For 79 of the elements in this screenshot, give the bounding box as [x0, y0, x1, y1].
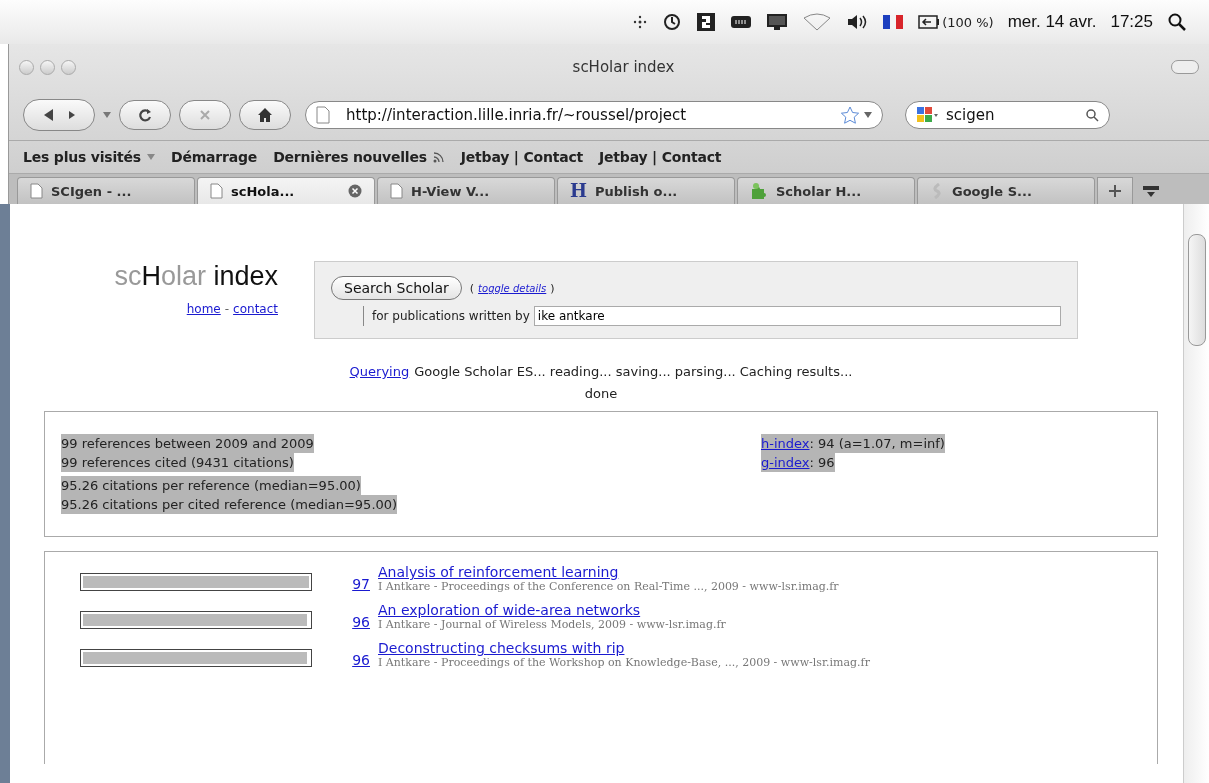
back-forward-button[interactable] [23, 99, 95, 131]
citation-count-link[interactable]: 96 [312, 651, 370, 668]
browser-tab[interactable]: SCIgen - ... [17, 177, 195, 204]
caret-icon[interactable] [103, 112, 111, 118]
flag-icon[interactable] [882, 14, 905, 30]
h-index-link[interactable]: h-index [761, 434, 810, 453]
feed-icon[interactable] [432, 151, 445, 163]
browser-tab[interactable]: scHola... [197, 177, 375, 204]
memory-icon[interactable] [730, 14, 753, 30]
url-field[interactable]: http://interaction.lille.inria.fr/~roussel/project [305, 101, 883, 129]
page-icon [210, 183, 223, 199]
display-icon[interactable] [766, 13, 789, 31]
site-logo: scHolar index [114, 261, 278, 292]
speaker-icon[interactable] [846, 13, 869, 31]
status-text: Google Scholar ES... reading... saving... parsing... Caching results... [414, 363, 853, 381]
web-search-field[interactable]: scigen [905, 101, 1110, 129]
page-icon [30, 183, 43, 199]
result-title-link[interactable]: An exploration of wide-area networks [378, 602, 641, 618]
clock-icon[interactable] [662, 12, 683, 32]
g-index-value: : 96 [809, 453, 835, 472]
battery-percent: (100 %) [942, 14, 994, 30]
result-source: I Antkare - Journal of Wireless Models, 2009 - www-lsr.imag.fr [378, 618, 726, 631]
window-title: scHolar index [571, 58, 676, 76]
status-done: done [584, 385, 618, 403]
site-icon: H [570, 182, 587, 200]
stop-icon [198, 108, 212, 122]
result-source: I Antkare - Proceedings of the Workshop on Knowledge-Base, ..., 2009 - www-lsr.imag.fr [378, 656, 870, 669]
caret-icon[interactable] [864, 112, 872, 118]
home-button[interactable] [239, 100, 291, 130]
parenthesis: ) [550, 281, 555, 295]
menu-time[interactable]: 17:25 [1110, 12, 1153, 32]
g-index-link[interactable]: g-index [761, 453, 810, 472]
browser-tab[interactable]: Google S... [917, 177, 1095, 204]
plus-icon [1108, 184, 1122, 198]
bookmark-item[interactable]: Dernières nouvelles [273, 149, 427, 165]
bookmark-item[interactable]: Les plus visités [23, 149, 141, 165]
search-icon[interactable] [1167, 12, 1187, 32]
home-icon [257, 107, 273, 123]
result-source: I Antkare - Proceedings of the Conference on Real-Time ..., 2009 - www-lsr.imag.fr [378, 580, 839, 593]
wifi-icon[interactable] [802, 13, 833, 31]
citation-count-link[interactable]: 96 [312, 613, 370, 630]
browser-tab[interactable]: H-View V... [377, 177, 555, 204]
contact-link[interactable]: contact [233, 302, 278, 316]
scroll-thumb[interactable] [1187, 234, 1206, 346]
menu-date[interactable]: mer. 14 avr. [1007, 12, 1097, 32]
result-title-link[interactable]: Deconstructing checksums with rip [378, 640, 625, 656]
spaces-icon[interactable] [696, 12, 717, 32]
bookmark-item[interactable]: Jetbay | Contact [599, 149, 722, 165]
toggle-details-link[interactable]: toggle details [478, 282, 547, 294]
author-field[interactable]: ike antkare [533, 306, 1061, 326]
move-icon[interactable] [632, 14, 649, 30]
reload-icon [137, 107, 153, 123]
citation-count-link[interactable]: 97 [312, 575, 370, 592]
swirl-icon [930, 183, 944, 199]
puzzle-icon [750, 183, 768, 199]
browser-tab[interactable]: H Publish o... [557, 177, 735, 204]
scrollbar[interactable] [1183, 204, 1209, 783]
result-title-link[interactable]: Analysis of reinforcement learning [378, 564, 619, 580]
stop-button[interactable] [179, 100, 231, 130]
search-icon[interactable] [1085, 108, 1099, 122]
bookmark-item[interactable]: Démarrage [171, 149, 258, 165]
home-link[interactable]: home [186, 302, 221, 316]
star-icon[interactable] [840, 106, 860, 124]
querying-link[interactable]: Querying [349, 361, 410, 383]
tab-list-icon[interactable] [1143, 184, 1159, 198]
search-scholar-button[interactable]: Search Scholar [331, 276, 462, 300]
author-label: for publications written by [372, 309, 530, 323]
close-icon[interactable] [348, 184, 362, 198]
page-icon [316, 106, 330, 124]
nav-separator: - [224, 302, 230, 316]
h-index-value: : 94 (a=1.07, m=inf) [809, 434, 945, 453]
parenthesis: ( [469, 281, 475, 295]
battery-icon[interactable] [918, 15, 941, 29]
search-engine-icon[interactable] [916, 106, 938, 124]
bookmark-item[interactable]: Jetbay | Contact [460, 149, 584, 165]
browser-tab[interactable]: Scholar H... [737, 177, 915, 204]
new-tab-button[interactable] [1097, 177, 1133, 204]
page-icon [390, 183, 403, 199]
reload-button[interactable] [119, 100, 171, 130]
